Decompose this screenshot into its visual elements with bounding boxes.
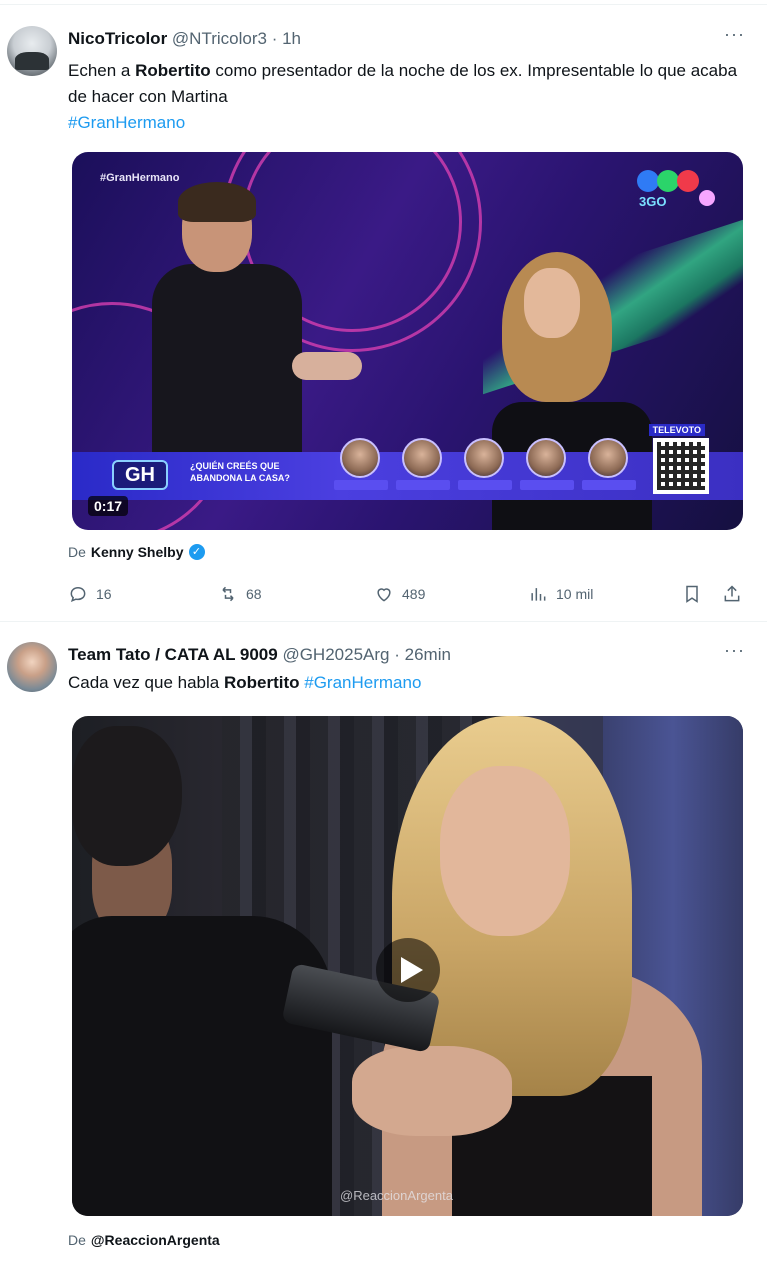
qr-code (653, 438, 709, 494)
repost-count: 68 (246, 586, 262, 602)
views-button[interactable]: 10 mil (528, 584, 593, 604)
host-figure (152, 182, 372, 474)
vote-question: ¿QUIÉN CREÉS QUE ABANDONA LA CASA? (190, 461, 290, 483)
timestamp[interactable]: 26min (405, 645, 451, 664)
repost-icon (222, 586, 234, 602)
timestamp[interactable]: 1h (282, 29, 301, 48)
hashtag-link[interactable]: #GranHermano (68, 113, 185, 132)
views-icon (531, 588, 546, 601)
views-count: 10 mil (556, 586, 594, 602)
tweet-text-bold: Robertito (223, 673, 300, 692)
media-attribution: De Kenny Shelby ✓ (68, 544, 205, 560)
tweet-header: NicoTricolor @NTricolor3 · 1h (68, 28, 301, 50)
handle[interactable]: @GH2025Arg (282, 645, 389, 664)
play-icon[interactable] (376, 938, 440, 1002)
verified-badge-icon: ✓ (188, 544, 205, 560)
candidate-avatar (526, 438, 566, 478)
tweet-2[interactable]: Team Tato / CATA AL 9009 @GH2025Arg · 26… (0, 624, 767, 1261)
candidate-avatar (340, 438, 380, 478)
bookmark-button[interactable] (682, 584, 702, 604)
tweet-text-bold: Robertito (135, 61, 211, 80)
media-attribution: De @ReaccionArgenta (68, 1232, 220, 1248)
qr-label: TELEVOTO (648, 424, 705, 436)
attribution-link[interactable]: @ReaccionArgenta (91, 1232, 220, 1248)
vote-banner: GH ¿QUIÉN CREÉS QUE ABANDONA LA CASA? (72, 438, 743, 500)
video-watermark: @ReaccionArgenta (340, 1188, 453, 1203)
avatar[interactable] (7, 26, 57, 76)
candidate-avatar (588, 438, 628, 478)
separator: · (394, 645, 400, 664)
display-name[interactable]: Team Tato / CATA AL 9009 (68, 645, 278, 664)
reply-button[interactable]: 16 (68, 584, 112, 604)
attribution-link[interactable]: Kenny Shelby (91, 544, 184, 560)
tweet-divider (0, 621, 767, 622)
more-options-icon[interactable]: ··· (724, 640, 745, 661)
attribution-prefix: De (68, 1232, 86, 1248)
tweet-text: Cada vez que habla Robertito #GranHerman… (68, 670, 748, 696)
candidate-avatar (464, 438, 504, 478)
tweet-header: Team Tato / CATA AL 9009 @GH2025Arg · 26… (68, 644, 451, 666)
separator: · (271, 29, 278, 48)
hands (352, 1046, 512, 1136)
heart-icon (377, 588, 391, 602)
video-duration: 0:17 (88, 496, 129, 516)
share-button[interactable] (722, 584, 742, 604)
top-divider (0, 4, 767, 5)
video-player[interactable]: @ReaccionArgenta (72, 716, 743, 1216)
avatar[interactable] (7, 642, 57, 692)
attribution-prefix: De (68, 544, 86, 560)
reply-icon (70, 586, 86, 602)
channel-hashtag: #GranHermano (100, 172, 180, 184)
tweet-text-part: Cada vez que habla (68, 673, 224, 692)
gh-logo: GH (112, 460, 168, 490)
video-player[interactable]: #GranHermano 3GO GH ¿QUIÉN CREÉS QUE ABA… (72, 152, 743, 530)
share-icon (724, 585, 740, 602)
like-count: 489 (402, 586, 426, 602)
channel-sub: 3GO (639, 194, 667, 209)
channel-logo: 3GO (637, 170, 727, 218)
reply-count: 16 (96, 586, 112, 602)
tweet-text: Echen a Robertito como presentador de la… (68, 58, 748, 136)
man-figure (72, 716, 332, 1216)
handle[interactable]: @NTricolor3 (172, 29, 267, 48)
candidate-avatar (402, 438, 442, 478)
repost-button[interactable]: 68 (218, 584, 262, 604)
display-name[interactable]: NicoTricolor (68, 29, 167, 48)
like-button[interactable]: 489 (374, 584, 425, 604)
tweet-text-part: Echen a (68, 61, 136, 80)
hashtag-link[interactable]: #GranHermano (304, 673, 421, 692)
bookmark-icon (686, 585, 698, 603)
action-bar: 16 68 489 10 mil (68, 584, 746, 608)
more-options-icon[interactable]: ··· (724, 24, 745, 45)
tweet-1[interactable]: NicoTricolor @NTricolor3 · 1h ··· Echen … (0, 6, 767, 618)
